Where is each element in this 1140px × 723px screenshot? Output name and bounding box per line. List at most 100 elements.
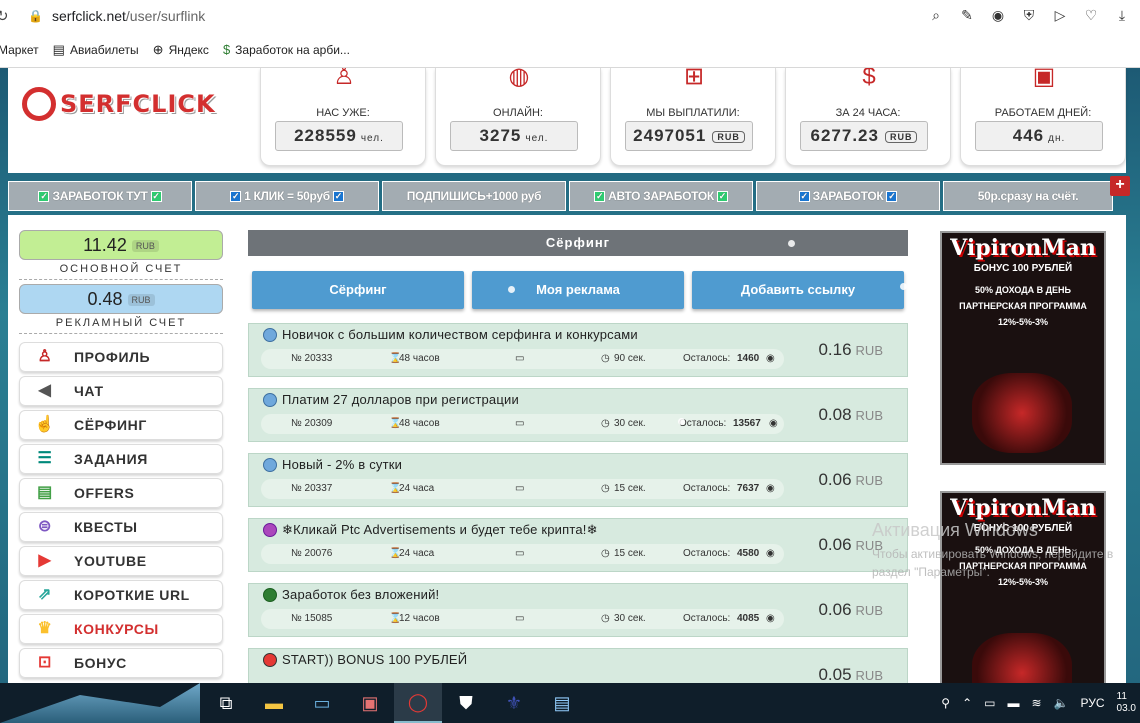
battery-icon[interactable]: ▭	[984, 696, 995, 710]
price-unit: RUB	[855, 603, 883, 618]
stat-unit: дн.	[1048, 133, 1066, 144]
sidebar-item-label: ПРОФИЛЬ	[74, 349, 151, 365]
bookmark-yandex[interactable]: ⊕ Яндекс	[153, 42, 209, 58]
stat-label: ОНЛАЙН:	[493, 107, 543, 119]
game-icon[interactable]: ⛊	[442, 683, 490, 723]
check-icon: ✓	[332, 190, 344, 202]
link-title[interactable]: START)) BONUS 100 РУБЛЕЙ	[263, 652, 467, 667]
address-bar: ↻ 🔒 serfclick.net/user/surflink ⌕ ✎ ◉ ⛨ …	[0, 0, 1140, 32]
bookmark-avia[interactable]: ▤ Авиабилеты	[53, 42, 139, 58]
people-icon[interactable]: ⚲	[941, 696, 950, 710]
eye-icon: ◉	[766, 353, 775, 364]
list-item[interactable]: Новичок с большим количеством серфинга и…	[248, 323, 908, 377]
opera-icon[interactable]: ◯	[394, 683, 442, 723]
logo-ring	[22, 87, 56, 121]
download-icon[interactable]: ⤓	[1114, 6, 1130, 24]
serfclick-logo[interactable]: SERFCLICK	[22, 82, 252, 126]
promo-link[interactable]: ПОДПИШИСЬ+1000 руб	[382, 181, 566, 211]
trident-icon[interactable]: ⚜	[490, 683, 538, 723]
link-title[interactable]: Платим 27 долларов при регистрации	[263, 392, 519, 407]
add-promo-button[interactable]: +	[1110, 176, 1130, 196]
tab-surfing[interactable]: Сёрфинг	[252, 271, 464, 309]
list-item[interactable]: Новый - 2% в сутки № 20337 ⌛ 24 часа ▭ ◷ 1…	[248, 453, 908, 507]
section-title: Сёрфинг	[248, 230, 908, 256]
search-icon[interactable]: ⌕	[928, 6, 944, 24]
price-unit: RUB	[855, 668, 883, 683]
tab-my-ads[interactable]: Моя реклама	[472, 271, 684, 309]
sidebar-item-bonus[interactable]: ⊡ БОНУС	[19, 648, 223, 678]
taskbar: ⧉ ▬ ▭ ▣ ◯ ⛊ ⚜ ▤ ⚲ ⌃ ▭ ▬ ≋ 🔈 РУС 11 03.0	[0, 683, 1140, 723]
link-title-text: Новичок с большим количеством серфинга и…	[282, 327, 638, 342]
bookmark-earnings[interactable]: $ Заработок на арби...	[223, 42, 350, 57]
camera-icon[interactable]: ◉	[990, 6, 1006, 24]
bank-icon: ⊞	[683, 68, 705, 90]
clock[interactable]: 11 03.0	[1117, 691, 1136, 715]
sidebar-item-profile[interactable]: ♙ ПРОФИЛЬ	[19, 342, 223, 372]
sidebar-item-youtube[interactable]: ▶ YOUTUBE	[19, 546, 223, 576]
sidebar-item-offers[interactable]: ▤ OFFERS	[19, 478, 223, 508]
sidebar-item-chat[interactable]: ◀ ЧАТ	[19, 376, 223, 406]
computer-icon[interactable]: ▭	[298, 683, 346, 723]
bookmark-market[interactable]: Маркет	[0, 43, 39, 57]
link-title[interactable]: Новичок с большим количеством серфинга и…	[263, 327, 638, 342]
link-meta: № 20076 ⌛ 24 часа ▭ ◷ 15 сек. Осталось: 458…	[261, 544, 784, 564]
promo-label: ЗАРАБОТОК ТУТ	[52, 189, 148, 203]
list-item[interactable]: ❄Кликай Ptc Advertisements и будет тебе …	[248, 518, 908, 572]
sidebar-item-short-url[interactable]: ⇗ КОРОТКИЕ URL	[19, 580, 223, 610]
promo-link[interactable]: ✓ ЗАРАБОТОК ТУТ ✓	[8, 181, 192, 211]
link-title[interactable]: Заработок без вложений!	[263, 587, 439, 602]
reload-icon[interactable]: ↻	[0, 7, 14, 25]
stat-days: ▣ РАБОТАЕМ ДНЕЙ: 446 дн.	[960, 68, 1126, 166]
clock-icon: ◷	[601, 483, 610, 494]
link-title[interactable]: Новый - 2% в сутки	[263, 457, 402, 472]
app-icon[interactable]: ▣	[346, 683, 394, 723]
promo-link[interactable]: ✓ АВТО ЗАРАБОТОК ✓	[569, 181, 753, 211]
promo-link[interactable]: 50р.сразу на счёт.	[943, 181, 1113, 211]
list-item[interactable]: START)) BONUS 100 РУБЛЕЙ 0.05 RUB	[248, 648, 908, 683]
heart-icon[interactable]: ♡	[1083, 6, 1099, 24]
watermark-line: Чтобы активировать Windows, перейдите в	[872, 547, 1114, 561]
stats: ♙ НАС УЖЕ: 228559 чел. ◍ ОНЛАЙН: 3275 чел.…	[260, 68, 1126, 166]
banner-ad[interactable]: VipironMan БОНУС 100 РУБЛЕЙ 50% ДОХОДА В…	[940, 231, 1106, 465]
link-left-value: 13567	[733, 418, 761, 429]
lock-icon[interactable]: 🔒	[28, 9, 43, 23]
task-view-icon[interactable]: ⧉	[202, 683, 250, 723]
list-item[interactable]: Платим 27 долларов при регистрации № 203…	[248, 388, 908, 442]
site-favicon-icon	[263, 652, 277, 667]
edit-icon[interactable]: ✎	[959, 6, 975, 24]
clock-date: 03.0	[1116, 703, 1136, 714]
price-unit: RUB	[855, 473, 883, 488]
sidebar-item-surfing[interactable]: ☝ СЁРФИНГ	[19, 410, 223, 440]
shield-icon[interactable]: ⛨	[1021, 6, 1037, 24]
promo-label: АВТО ЗАРАБОТОК	[608, 189, 714, 203]
play-icon[interactable]: ▷	[1052, 6, 1068, 24]
stat-value: 446	[1012, 126, 1045, 145]
stat-value: 6277.23	[810, 126, 879, 145]
sidebar-item-tasks[interactable]: ☰ ЗАДАНИЯ	[19, 444, 223, 474]
language-indicator[interactable]: РУС	[1081, 696, 1105, 710]
promo-label: ЗАРАБОТОК	[812, 189, 884, 203]
folder-icon[interactable]: ▬	[250, 683, 298, 723]
balance-unit: RUB	[127, 294, 155, 307]
chevron-up-icon[interactable]: ⌃	[962, 696, 972, 710]
url-field[interactable]: serfclick.net/user/surflink	[52, 8, 205, 24]
link-period: 48 часов	[399, 418, 440, 429]
sidebar-item-label: КОРОТКИЕ URL	[74, 587, 190, 603]
wifi-icon[interactable]: ≋	[1031, 696, 1041, 710]
promo-bar: ✓ ЗАРАБОТОК ТУТ ✓ ✓ 1 КЛИК = 50руб ✓ ПОДПИШИ…	[8, 181, 1126, 211]
tab-add-link[interactable]: Добавить ссылку	[692, 271, 904, 309]
ad-balance[interactable]: 0.48 RUB	[19, 284, 223, 314]
network-app-icon[interactable]: ▤	[538, 683, 586, 723]
main-panel: 11.42 RUB ОСНОВНОЙ СЧЕТ 0.48 RUB РЕКЛАМНЫЙ…	[8, 215, 1126, 683]
folder-tray-icon[interactable]: ▬	[1007, 696, 1019, 710]
main-balance[interactable]: 11.42 RUB	[19, 230, 223, 260]
promo-link[interactable]: ✓ ЗАРАБОТОК ✓	[756, 181, 940, 211]
sidebar-item-contests[interactable]: ♛ КОНКУРСЫ	[19, 614, 223, 644]
promo-link[interactable]: ✓ 1 КЛИК = 50руб ✓	[195, 181, 379, 211]
sidebar-item-quests[interactable]: ⊜ КВЕСТЫ	[19, 512, 223, 542]
clock-time: 11	[1116, 691, 1127, 702]
list-item[interactable]: Заработок без вложений! № 15085 ⌛ 12 часо…	[248, 583, 908, 637]
link-title[interactable]: ❄Кликай Ptc Advertisements и будет тебе …	[263, 522, 598, 538]
volume-icon[interactable]: 🔈	[1054, 696, 1069, 710]
globe-icon: ◍	[508, 68, 530, 90]
